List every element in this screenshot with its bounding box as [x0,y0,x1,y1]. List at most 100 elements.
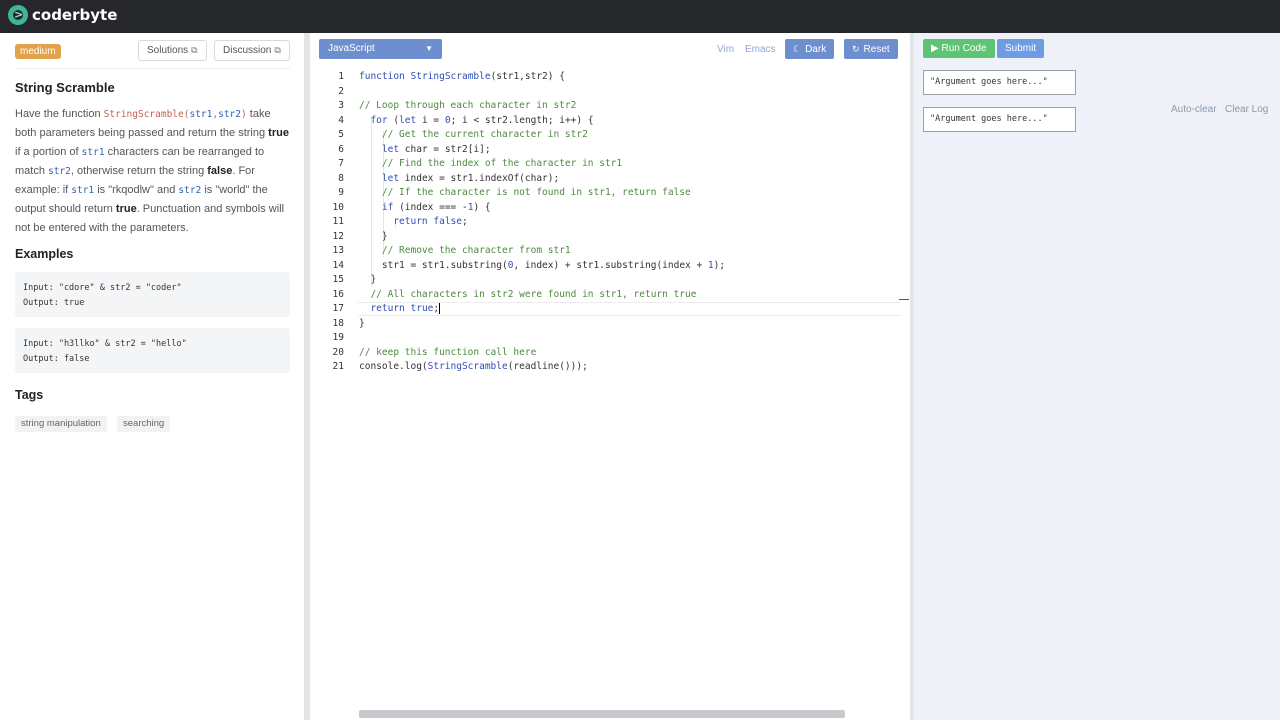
desc-text: is "rkqodlw" and [94,184,179,197]
line-number: 6 [338,143,344,155]
language-select[interactable]: JavaScript ▼ [319,39,442,59]
line-number: 10 [332,201,344,213]
line-number: 15 [332,274,344,285]
code-line[interactable]: for (let i = 0; i < str2.length; i++) { [359,114,899,129]
argument-input-2[interactable]: "Argument goes here..." [923,107,1076,132]
code-line[interactable]: // Find the index of the character in st… [359,157,899,172]
line-number: 3 [338,100,344,111]
example-input: Input: "h3llko" & str2 = "hello" [23,339,187,349]
code-line[interactable]: let index = str1.indexOf(char); [359,172,899,187]
top-bar: > coderbyte [0,0,1280,33]
line-number: 16 [332,288,344,300]
code-line[interactable]: if (index === -1) { [359,201,899,216]
line-number: 8 [338,172,344,184]
submit-button[interactable]: Submit [997,39,1045,58]
examples-heading: Examples [15,247,74,261]
code-line[interactable]: str1 = str1.substring(0, index) + str1.s… [359,259,899,274]
dark-mode-button[interactable]: ☾ Dark [785,39,835,59]
code-line[interactable] [359,85,899,100]
problem-description: Have the function StringScramble(str1,st… [15,105,290,237]
desc-bold: false [207,164,233,177]
line-number: 2 [338,85,344,97]
example-output: Output: true [23,298,85,308]
line-number: 18 [332,317,344,329]
code-area[interactable]: function StringScramble(str1,str2) { // … [359,70,899,375]
discussion-button[interactable]: Discussion ⧉ [214,40,290,61]
play-icon: ▶ [931,43,939,54]
reset-button[interactable]: ↻ Reset [844,39,898,59]
line-number: 11 [332,216,344,227]
code-line[interactable]: } [359,317,899,332]
logo-text: coderbyte [32,6,118,24]
code-line[interactable]: let char = str2[i]; [359,143,899,158]
code-line[interactable]: // If the character is not found in str1… [359,186,899,201]
line-number: 9 [338,187,344,198]
run-code-label: Run Code [941,43,987,54]
moon-icon: ☾ [793,44,802,54]
line-number: 12 [332,230,344,242]
desc-text: Have the function [15,108,104,120]
clear-log-button[interactable]: Clear Log [1225,104,1268,115]
logo[interactable]: > coderbyte [8,5,117,25]
desc-code: str1 [189,109,213,120]
tag-searching[interactable]: searching [117,416,171,432]
line-number: 19 [332,332,344,343]
line-number: 4 [338,114,344,126]
divider [15,68,290,69]
line-number: 5 [338,129,344,140]
code-line[interactable]: return false; [359,215,899,230]
code-line[interactable]: } [359,230,899,245]
problem-title: String Scramble [15,80,115,95]
external-link-icon: ⧉ [274,45,281,55]
caret-down-icon: ▼ [425,44,433,53]
horizontal-scrollbar[interactable] [359,710,845,718]
text-caret [439,303,441,314]
runner-panel: ▶ Run Code Submit "Argument goes here...… [914,33,1280,720]
desc-text: if a portion of [15,145,82,158]
code-line[interactable]: } [359,273,899,288]
example-block: Input: "h3llko" & str2 = "hello" Output: … [15,328,290,373]
dark-label: Dark [805,44,827,55]
line-number-gutter: 1 2 3 4 5 6 7 8 9 10 11 12 13 14 15 16 17 18 19 20 21 [324,70,344,375]
code-editor-panel: JavaScript ▼ Vim Emacs ☾ Dark ↻ Reset 12345… [310,33,931,720]
code-line[interactable]: // Get the current character in str2 [359,128,899,143]
desc-text: , otherwise return the string [70,164,208,177]
solutions-label: Solutions [147,45,189,56]
code-line[interactable]: function StringScramble(str1,str2) { [359,70,899,85]
language-label: JavaScript [328,43,375,54]
logo-glyph: > [14,8,24,21]
logo-icon: > [8,5,28,25]
example-block: Input: "cdore" & str2 = "coder" Output: t… [15,272,290,317]
tag-string-manipulation[interactable]: string manipulation [15,416,107,432]
line-number: 14 [332,259,344,271]
line-number: 1 [338,71,344,82]
argument-input-1[interactable]: "Argument goes here..." [923,70,1076,95]
example-output: Output: false [23,354,90,364]
code-line[interactable]: // keep this function call here [359,346,899,361]
ruler-marker [899,299,909,300]
discussion-label: Discussion [223,45,272,56]
reset-icon: ↻ [852,44,860,54]
line-number: 17 [332,303,344,314]
desc-bold: true [268,127,289,140]
line-number: 21 [332,361,344,372]
problem-panel: medium Solutions ⧉ Discussion ⧉ String Scr… [0,33,305,720]
desc-code: StringScramble( [103,109,190,120]
desc-code: str2 [218,109,241,120]
run-code-button[interactable]: ▶ Run Code [923,39,995,58]
code-line[interactable]: return true; [359,302,899,317]
solutions-button[interactable]: Solutions ⧉ [138,40,207,61]
difficulty-badge: medium [15,44,61,59]
line-number: 20 [332,346,344,358]
line-number: 13 [332,245,344,256]
code-line[interactable] [359,331,899,346]
desc-code: str1 [71,185,95,197]
code-line[interactable]: // All characters in str2 were found in … [359,288,899,303]
vim-mode-link[interactable]: Vim [717,44,734,55]
auto-clear-toggle[interactable]: Auto-clear [1171,104,1217,115]
code-line[interactable]: console.log(StringScramble(readline())); [359,360,899,375]
emacs-mode-link[interactable]: Emacs [745,44,776,55]
code-line[interactable]: // Remove the character from str1 [359,244,899,259]
code-line[interactable]: // Loop through each character in str2 [359,99,899,114]
desc-code: str2 [178,185,202,197]
